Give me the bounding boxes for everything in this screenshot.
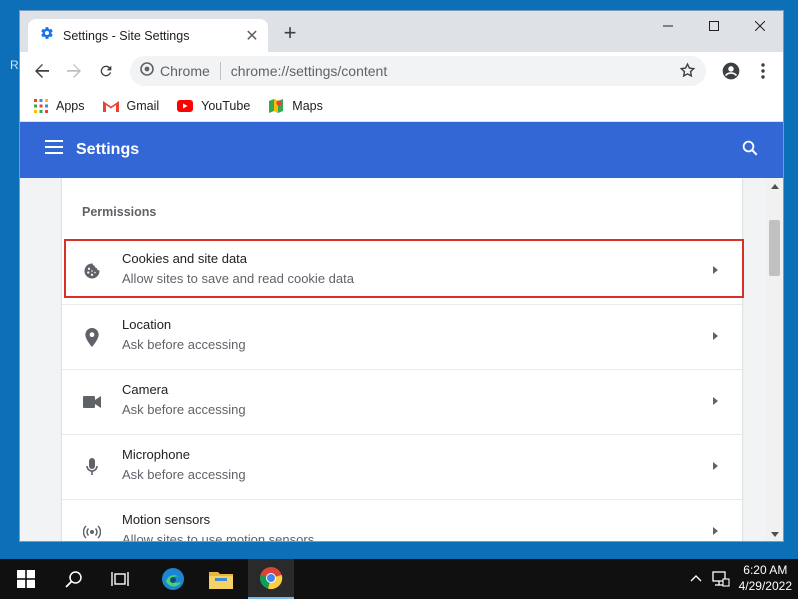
permission-row-cookies[interactable]: Cookies and site data Allow sites to sav…: [62, 239, 742, 304]
bookmark-label: Maps: [292, 98, 323, 113]
apps-grid-icon: [34, 98, 48, 113]
settings-content: Permissions Cookies and site data Allow …: [20, 178, 766, 542]
page-scrollbar[interactable]: [766, 178, 783, 541]
cookie-icon: [82, 261, 102, 281]
permission-row-location[interactable]: Location Ask before accessing: [62, 304, 742, 369]
reload-button[interactable]: [92, 57, 120, 85]
bookmarks-bar: Apps Gmail YouTube Maps: [20, 90, 783, 122]
minimize-button[interactable]: [645, 11, 691, 41]
camera-icon: [82, 392, 102, 412]
permission-subtitle: Allow sites to save and read cookie data: [122, 271, 354, 286]
bookmark-apps[interactable]: Apps: [34, 98, 85, 113]
youtube-icon: [177, 99, 194, 112]
omnibox[interactable]: Chrome chrome://settings/content: [130, 56, 706, 86]
taskbar-edge[interactable]: [150, 559, 196, 599]
chevron-right-icon: [713, 527, 718, 535]
permission-subtitle: Allow sites to use motion sensors: [122, 532, 315, 542]
scroll-down-arrow-icon[interactable]: [771, 532, 779, 537]
browser-window: Settings - Site Settings ✕ + Chrome chro…: [19, 10, 784, 542]
location-pin-icon: [82, 327, 102, 347]
back-button[interactable]: [28, 57, 56, 85]
section-heading: Permissions: [82, 205, 157, 219]
permission-subtitle: Ask before accessing: [122, 467, 246, 482]
bookmark-label: YouTube: [201, 98, 251, 113]
start-button[interactable]: [3, 559, 49, 599]
tab-close-icon[interactable]: ✕: [240, 26, 264, 46]
chevron-right-icon: [713, 397, 718, 405]
hamburger-menu-icon[interactable]: [45, 140, 63, 159]
windows-taskbar: 6:20 AM 4/29/2022: [0, 559, 798, 599]
omnibox-url[interactable]: chrome://settings/content: [231, 63, 387, 79]
chevron-right-icon: [713, 266, 718, 274]
tab-title: Settings - Site Settings: [63, 28, 190, 43]
search-icon: [65, 571, 82, 588]
motion-sensor-icon: [82, 522, 102, 541]
chevron-right-icon: [713, 332, 718, 340]
tab-site-settings[interactable]: Settings - Site Settings ✕: [28, 19, 268, 52]
search-icon[interactable]: [741, 139, 759, 162]
omnibox-site-label: Chrome: [160, 63, 210, 79]
gmail-icon: [102, 100, 119, 112]
clock-time: 6:20 AM: [743, 563, 788, 577]
taskbar-chrome[interactable]: [248, 559, 294, 599]
reload-icon: [100, 65, 112, 77]
close-window-button[interactable]: [737, 11, 783, 41]
permission-title: Camera: [122, 382, 169, 397]
chrome-menu-button[interactable]: [749, 57, 777, 85]
taskbar-file-explorer[interactable]: [198, 559, 244, 599]
bookmark-maps[interactable]: Maps: [268, 98, 323, 114]
bookmark-label: Apps: [56, 98, 85, 113]
desktop-icon-label: R: [10, 58, 19, 72]
title-bar: Settings - Site Settings ✕ +: [20, 11, 783, 52]
forward-arrow-icon: [67, 64, 81, 78]
permission-title: Microphone: [122, 447, 190, 462]
settings-header: Settings: [20, 122, 783, 178]
bookmark-gmail[interactable]: Gmail: [102, 98, 160, 113]
bookmark-youtube[interactable]: YouTube: [177, 99, 250, 113]
edge-icon: [162, 568, 184, 590]
chrome-icon: [260, 567, 283, 590]
scrollbar-thumb[interactable]: [769, 220, 780, 276]
task-view-icon: [111, 572, 129, 586]
permission-row-motion-sensors[interactable]: Motion sensors Allow sites to use motion…: [62, 499, 742, 542]
maximize-button[interactable]: [691, 11, 737, 41]
profile-button[interactable]: [717, 57, 745, 85]
taskbar-search-button[interactable]: [51, 559, 97, 599]
permission-row-microphone[interactable]: Microphone Ask before accessing: [62, 434, 742, 499]
network-icon[interactable]: [712, 571, 730, 592]
folder-icon: [209, 572, 233, 589]
chrome-info-icon[interactable]: [140, 61, 154, 81]
page-title: Settings: [76, 141, 140, 158]
vertical-dots-icon: [761, 63, 765, 79]
permission-title: Cookies and site data: [122, 251, 248, 266]
chevron-right-icon: [713, 462, 718, 470]
omnibox-separator: [219, 62, 221, 80]
permission-row-camera[interactable]: Camera Ask before accessing: [62, 369, 742, 434]
forward-button[interactable]: [60, 57, 88, 85]
permission-subtitle: Ask before accessing: [122, 402, 246, 417]
permissions-card: Permissions Cookies and site data Allow …: [62, 178, 742, 542]
clock[interactable]: 6:20 AM 4/29/2022: [739, 562, 792, 594]
back-arrow-icon: [35, 64, 49, 78]
settings-gear-icon: [40, 26, 54, 45]
permission-title: Location: [122, 317, 172, 332]
bookmark-label: Gmail: [126, 98, 160, 113]
account-icon: [722, 62, 740, 80]
task-view-button[interactable]: [98, 559, 144, 599]
microphone-icon: [82, 457, 102, 477]
permission-subtitle: Ask before accessing: [122, 337, 246, 352]
browser-toolbar: Chrome chrome://settings/content: [20, 52, 783, 90]
new-tab-button[interactable]: +: [278, 22, 302, 46]
bookmark-star-icon[interactable]: [679, 62, 696, 84]
clock-date: 4/29/2022: [738, 579, 792, 593]
maps-icon: [268, 98, 284, 114]
permission-title: Motion sensors: [122, 512, 211, 527]
windows-logo-icon: [17, 570, 35, 588]
scroll-up-arrow-icon[interactable]: [771, 184, 779, 189]
chevron-up-icon[interactable]: [690, 571, 702, 589]
